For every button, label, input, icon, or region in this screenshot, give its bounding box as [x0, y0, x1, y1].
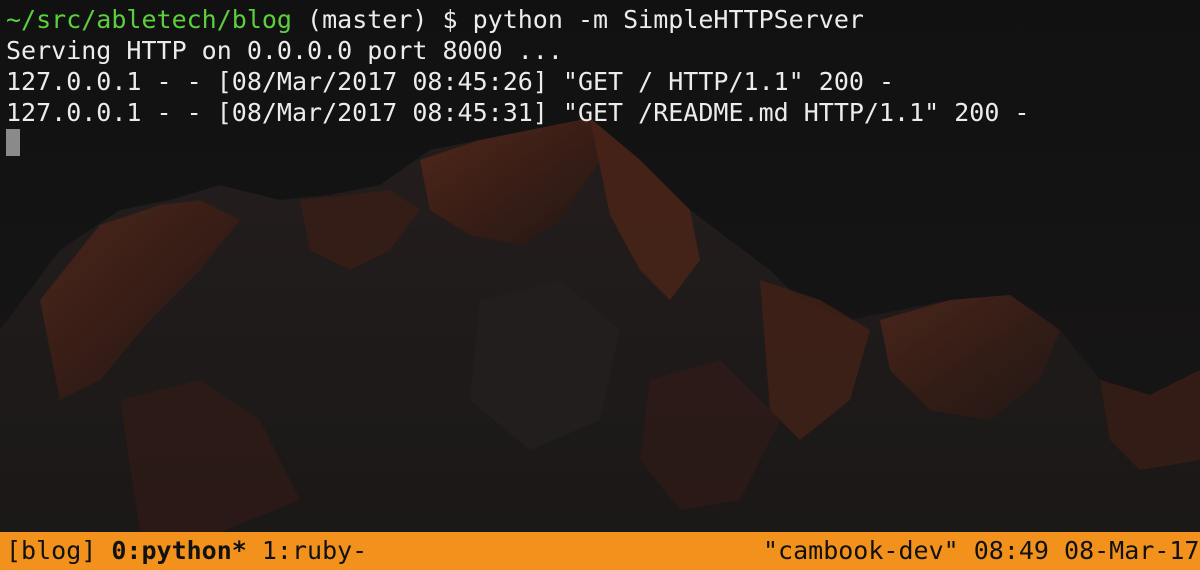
- window-tab-ruby[interactable]: 1:ruby-: [247, 536, 367, 565]
- text-cursor: [6, 129, 20, 156]
- prompt-line: ~/src/abletech/blog (master) $ python -m…: [6, 4, 1196, 35]
- session-name: [blog]: [6, 536, 112, 565]
- tmux-status-bar: [blog] 0:python* 1:ruby- "cambook-dev" 0…: [0, 532, 1200, 570]
- output-line: 127.0.0.1 - - [08/Mar/2017 08:45:31] "GE…: [6, 98, 1030, 127]
- window-tab-python[interactable]: 0:python*: [111, 536, 246, 565]
- terminal-output: ~/src/abletech/blog (master) $ python -m…: [6, 4, 1196, 128]
- output-line: Serving HTTP on 0.0.0.0 port 8000 ...: [6, 36, 563, 65]
- status-left: [blog] 0:python* 1:ruby-: [6, 532, 367, 570]
- output-line: 127.0.0.1 - - [08/Mar/2017 08:45:26] "GE…: [6, 67, 895, 96]
- prompt-command: (master) $ python -m SimpleHTTPServer: [291, 5, 864, 34]
- status-host-clock: "cambook-dev" 08:49 08-Mar-17: [763, 536, 1200, 565]
- prompt-path: ~/src/abletech/blog: [6, 5, 292, 34]
- terminal-window[interactable]: ~/src/abletech/blog (master) $ python -m…: [0, 0, 1200, 570]
